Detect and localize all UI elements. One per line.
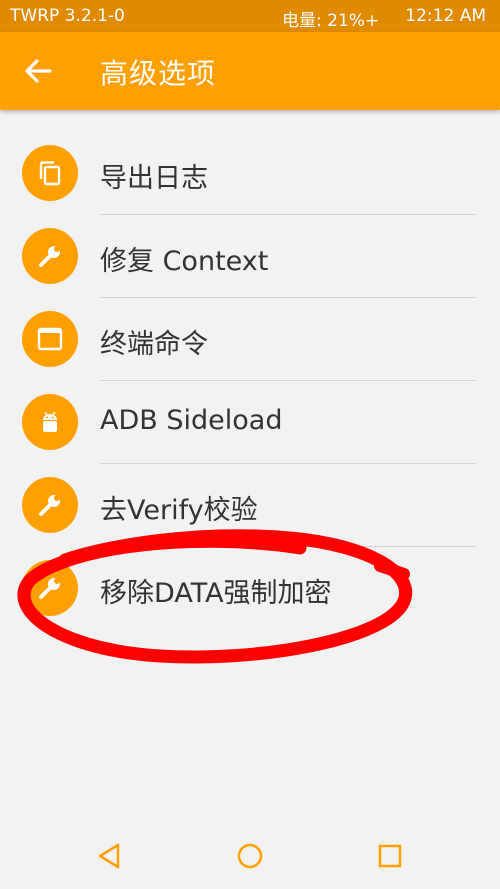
- navigation-bar: [0, 825, 500, 889]
- triangle-back-icon: [98, 843, 120, 869]
- circle-home-icon: [237, 843, 263, 869]
- nav-back-button[interactable]: [94, 840, 126, 872]
- page-title: 高级选项: [100, 57, 217, 90]
- menu-item-icon-badge: [22, 145, 78, 201]
- menu-item-export-log[interactable]: 导出日志: [0, 132, 500, 215]
- menu-item-label: 去Verify校验: [100, 495, 258, 526]
- status-bar: TWRP 3.2.1-0 电量: 21%+ 12:12 AM: [0, 0, 500, 32]
- status-time: 12:12 AM: [405, 6, 486, 26]
- nav-recents-button[interactable]: [374, 840, 406, 872]
- menu-item-icon-badge: [22, 477, 78, 533]
- menu-item-fix-context[interactable]: 修复 Context: [0, 215, 500, 298]
- back-button[interactable]: [22, 55, 54, 87]
- menu-item-icon-badge: [22, 394, 78, 450]
- menu-item-label: ADB Sideload: [100, 405, 283, 436]
- wrench-icon: [39, 246, 60, 267]
- menu-item-disable-verify[interactable]: 去Verify校验: [0, 464, 500, 547]
- nav-home-button[interactable]: [234, 840, 266, 872]
- status-battery: 电量: 21%+: [282, 11, 380, 31]
- arrow-left-icon: [25, 59, 52, 83]
- wrench-icon: [39, 578, 60, 599]
- menu-item-terminal[interactable]: 终端命令: [0, 298, 500, 381]
- square-recents-icon: [378, 844, 402, 868]
- menu-item-label: 移除DATA强制加密: [100, 578, 332, 609]
- menu-item-label: 导出日志: [100, 163, 208, 194]
- menu-item-adb-sideload[interactable]: ADB Sideload: [0, 381, 500, 464]
- app-header: 高级选项: [0, 32, 500, 110]
- menu-item-label: 修复 Context: [100, 246, 269, 277]
- menu-item-label: 终端命令: [100, 329, 208, 360]
- menu-item-icon-badge: [22, 560, 78, 616]
- wrench-icon: [39, 495, 60, 516]
- menu-item-icon-badge: [22, 311, 78, 367]
- copy-icon: [39, 161, 61, 186]
- status-app-version: TWRP 3.2.1-0: [10, 6, 125, 26]
- menu-list: 导出日志 修复 Context 终端命令 ADB Sideload 去Verif…: [0, 132, 500, 630]
- terminal-icon: [37, 327, 63, 351]
- menu-item-icon-badge: [22, 228, 78, 284]
- android-icon: [43, 411, 57, 432]
- menu-item-remove-data-encryption[interactable]: 移除DATA强制加密: [0, 547, 500, 630]
